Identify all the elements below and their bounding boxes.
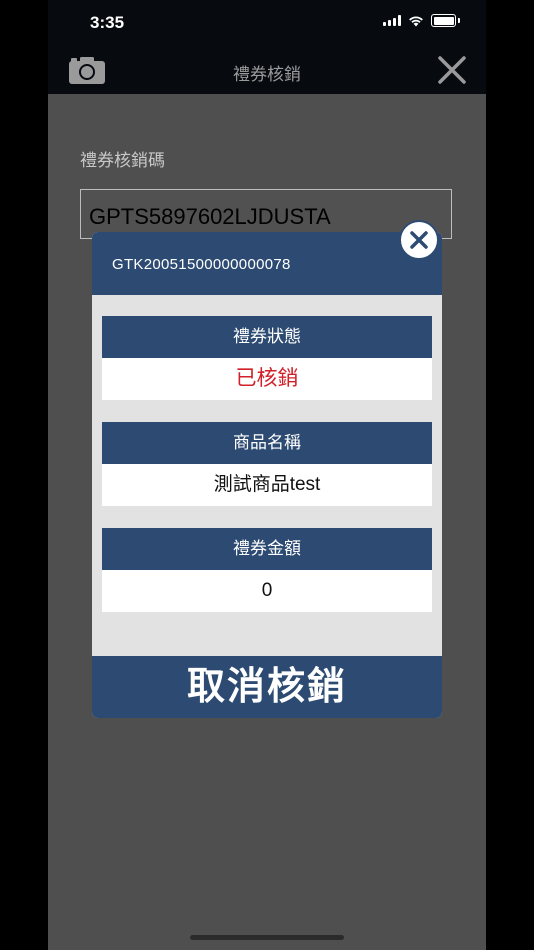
voucher-status-label: 禮券狀態 xyxy=(102,316,432,358)
code-field-label: 禮券核銷碼 xyxy=(80,151,165,170)
voucher-id: GTK20051500000000078 xyxy=(112,256,291,273)
status-bar: 3:35 xyxy=(48,0,486,46)
modal-header: GTK20051500000000078 xyxy=(92,232,442,295)
home-indicator xyxy=(190,935,344,940)
voucher-amount-label: 禮券金額 xyxy=(102,528,432,570)
app-screen: 3:35 禮券核銷 禮券核銷碼 GPTS5897602LJDUSTA GTK20… xyxy=(48,0,486,950)
product-name-value: 測試商品test xyxy=(102,464,432,506)
cellular-signal-icon xyxy=(383,15,401,26)
battery-icon xyxy=(431,14,456,27)
nav-bar: 禮券核銷 xyxy=(48,46,486,94)
wifi-icon xyxy=(409,15,423,26)
close-button[interactable] xyxy=(436,54,468,86)
voucher-modal: GTK20051500000000078 禮券狀態 已核銷 商品名稱 測試商品t… xyxy=(92,220,442,718)
status-icons xyxy=(383,14,460,27)
product-name-label: 商品名稱 xyxy=(102,422,432,464)
close-icon xyxy=(410,231,428,249)
cancel-redemption-button[interactable]: 取消核銷 xyxy=(92,656,442,718)
modal-close-button[interactable] xyxy=(399,220,439,260)
close-icon xyxy=(438,56,466,84)
page-title: 禮券核銷 xyxy=(233,65,301,84)
voucher-status-value: 已核銷 xyxy=(102,358,432,400)
voucher-amount-value: 0 xyxy=(102,570,432,612)
status-time: 3:35 xyxy=(90,13,125,32)
